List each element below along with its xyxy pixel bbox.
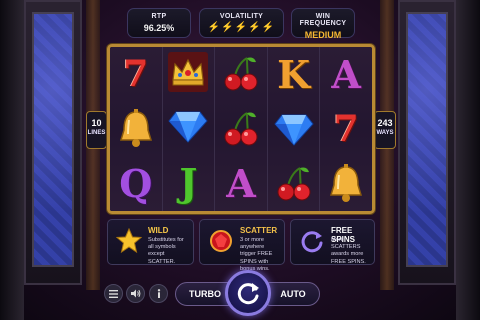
reel-3: A [215,47,268,211]
letter-a-symbol: A [331,51,361,97]
scatter-description: 3 or more anywhere trigger FREE SPINS wi… [240,237,273,272]
cherries-icon [219,51,263,97]
lines-indicator: 10 LINES [86,111,107,149]
left-stained-glass-door [24,0,82,285]
right-stained-glass-door [398,0,456,285]
spin-button[interactable] [225,270,271,316]
bell-icon [114,106,158,152]
lines-value: 10 [91,118,102,128]
seven-symbol: 7 [123,53,149,96]
speaker-icon [130,289,140,298]
lines-label: LINES [87,130,106,136]
wild-title: WILD [148,226,169,235]
crown-icon [168,52,209,93]
win-frequency-stat: WIN FREQUENCY MEDIUM [291,8,355,40]
diamond-icon [166,103,210,149]
scatter-info-panel: SCATTER 3 or more anywhere trigger FREE … [199,219,285,272]
rtp-value: 96.25% [143,23,175,33]
rtp-stat: RTP 96.25% [127,8,191,38]
lightning-icon: ⚡ [207,22,222,33]
auto-button[interactable]: AUTO [266,282,320,306]
win-frequency-value: MEDIUM [304,30,342,40]
ways-label: WAYS [376,130,394,136]
lightning-icon: ⚡ [221,22,235,33]
right-glass-panel [406,12,448,267]
reel-4: K [267,47,321,211]
wild-description: Substitutes for all symbols except SCATT… [148,237,184,265]
win-frequency-label: WIN FREQUENCY [299,13,347,27]
star-icon [116,228,142,254]
letter-q-symbol: Q [119,161,153,207]
letter-a-symbol: A [226,161,256,207]
info-button[interactable] [149,284,168,303]
bell-icon [324,161,368,207]
volatility-stat: VOLATILITY ⚡⚡⚡⚡⚡ [199,8,284,38]
free-spins-description: More SCATTERS awards more FREE SPINS. [331,237,366,265]
reel-grid: 7QJAKA7 [107,44,375,214]
rtp-label: RTP [151,13,167,20]
cherries-icon [219,106,263,152]
cherries-icon [272,161,316,207]
hamburger-icon [109,289,118,298]
ways-value: 243 [377,118,393,128]
refresh-icon [301,231,323,253]
seven-symbol: 7 [333,107,359,150]
wild-info-panel: WILD Substitutes for all symbols except … [107,219,194,265]
volatility-label: VOLATILITY [219,13,264,20]
reel-5: A7 [320,47,372,211]
letter-j-symbol: J [179,160,198,206]
reel-2: J [162,47,216,211]
right-wall-edge [456,0,480,320]
ways-indicator: 243 WAYS [374,111,396,149]
spin-arrow-icon [237,283,259,305]
sound-button[interactable] [126,284,145,303]
menu-button[interactable] [104,284,123,303]
red-gem-icon [210,230,232,252]
diamond-icon [272,106,316,152]
left-glass-panel [32,12,74,267]
lightning-icon: ⚡ [234,22,249,33]
volatility-bolts: ⚡⚡⚡⚡⚡ [200,22,283,33]
left-wall-edge [0,0,24,320]
lightning-icon: ⚡ [261,22,276,33]
letter-k-symbol: K [277,51,311,97]
free-spins-info-panel: FREE SPINS More SCATTERS awards more FRE… [290,219,375,265]
reel-1: 7Q [110,47,163,211]
scatter-title: SCATTER [240,226,278,235]
lightning-icon: ⚡ [248,22,262,33]
info-icon [157,289,160,298]
